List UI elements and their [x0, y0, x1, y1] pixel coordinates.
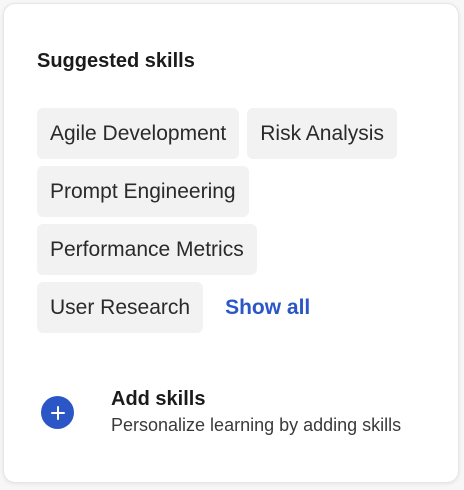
add-skills-text: Add skills Personalize learning by addin…	[111, 386, 401, 436]
skill-chip-prompt-engineering[interactable]: Prompt Engineering	[37, 166, 249, 217]
card-title: Suggested skills	[37, 50, 195, 72]
skill-chip-list: Agile Development Risk Analysis Prompt E…	[37, 108, 437, 340]
skill-chip-risk-analysis[interactable]: Risk Analysis	[247, 108, 397, 159]
chip-row: User Research Show all	[37, 282, 437, 333]
suggested-skills-card: Suggested skills Agile Development Risk …	[3, 3, 459, 483]
chip-row: Performance Metrics	[37, 224, 437, 275]
chip-row: Prompt Engineering	[37, 166, 437, 217]
skill-chip-agile-development[interactable]: Agile Development	[37, 108, 240, 159]
show-all-link[interactable]: Show all	[225, 296, 310, 320]
chip-row: Agile Development Risk Analysis	[37, 108, 437, 159]
plus-icon[interactable]	[41, 396, 74, 429]
skill-chip-performance-metrics[interactable]: Performance Metrics	[37, 224, 257, 275]
add-skills-title[interactable]: Add skills	[111, 386, 401, 412]
add-skills-subtitle: Personalize learning by adding skills	[111, 415, 402, 435]
skill-chip-user-research[interactable]: User Research	[37, 282, 204, 333]
add-skills-row[interactable]: Add skills Personalize learning by addin…	[41, 386, 401, 436]
